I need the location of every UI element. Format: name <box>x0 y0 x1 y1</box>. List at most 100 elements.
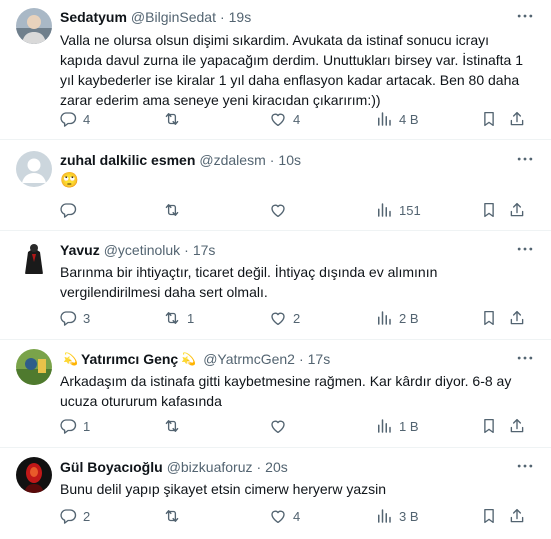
avatar[interactable] <box>16 349 52 385</box>
action-bar: 4 4 4 B <box>55 109 535 129</box>
repost-icon <box>163 507 181 525</box>
share-button[interactable] <box>508 201 526 219</box>
tweet-text: 🙄 <box>60 172 79 189</box>
tweet-text: Valla ne olursa olsun dişimi sıkardim. A… <box>60 32 524 108</box>
reply-icon <box>59 417 77 435</box>
avatar[interactable] <box>16 151 52 187</box>
like-count: 4 <box>293 508 301 524</box>
reply-icon <box>59 201 77 219</box>
repost-button[interactable] <box>163 201 187 219</box>
avatar[interactable] <box>16 8 52 44</box>
user-handle[interactable]: @zdalesm <box>199 152 265 168</box>
like-icon <box>269 110 287 128</box>
like-button[interactable]: 4 <box>269 507 300 525</box>
more-icon[interactable] <box>515 6 535 26</box>
timestamp[interactable]: 20s <box>265 459 288 475</box>
like-count: 4 <box>293 111 301 127</box>
views-button[interactable]: 1 B <box>375 417 419 435</box>
like-button[interactable] <box>269 201 293 219</box>
reply-button[interactable]: 1 <box>59 417 90 435</box>
repost-icon <box>163 110 181 128</box>
user-handle[interactable]: @bizkuaforuz <box>167 459 253 475</box>
user-handle[interactable]: @YatrmcGen2 <box>203 351 295 367</box>
share-button[interactable] <box>508 110 526 128</box>
reply-button[interactable]: 3 <box>59 309 90 327</box>
bookmark-button[interactable] <box>480 110 498 128</box>
like-icon <box>269 507 287 525</box>
bookmark-icon <box>480 201 498 219</box>
reply-icon <box>59 110 77 128</box>
reply-icon <box>59 309 77 327</box>
repost-button[interactable] <box>163 110 187 128</box>
bookmark-button[interactable] <box>480 201 498 219</box>
reply-button[interactable]: 4 <box>59 110 90 128</box>
share-button[interactable] <box>508 309 526 327</box>
share-button[interactable] <box>508 507 526 525</box>
avatar[interactable] <box>16 240 52 276</box>
views-button[interactable]: 3 B <box>375 507 419 525</box>
tweet[interactable]: 💫 Yatırımcı Genç 💫 @YatrmcGen2 · 17s Ark… <box>0 341 551 448</box>
more-icon[interactable] <box>515 348 535 368</box>
timestamp[interactable]: 10s <box>278 152 301 168</box>
bookmark-button[interactable] <box>480 507 498 525</box>
tweet[interactable]: Sedatyum @BilginSedat · 19s Valla ne olu… <box>0 0 551 140</box>
view-count: 151 <box>399 202 421 218</box>
more-icon[interactable] <box>515 239 535 259</box>
view-count: 2 B <box>399 310 419 326</box>
like-button[interactable]: 2 <box>269 309 300 327</box>
display-name[interactable]: Sedatyum <box>60 9 127 25</box>
display-name[interactable]: Yatırımcı Genç <box>81 351 178 367</box>
star-badge-icon: 💫 <box>63 352 78 366</box>
tweet[interactable]: Gül Boyacıoğlu @bizkuaforuz · 20s Bunu d… <box>0 449 551 539</box>
repost-button[interactable]: 1 <box>163 309 194 327</box>
reply-button[interactable] <box>59 201 83 219</box>
avatar[interactable] <box>16 457 52 493</box>
action-bar: 2 4 3 B <box>55 506 535 526</box>
share-button[interactable] <box>508 417 526 435</box>
timestamp[interactable]: 17s <box>193 242 216 258</box>
like-count: 2 <box>293 310 301 326</box>
like-button[interactable]: 4 <box>269 110 300 128</box>
reply-icon <box>59 507 77 525</box>
tweet-header: zuhal dalkilic esmen @zdalesm · 10s <box>60 150 511 170</box>
separator: · <box>184 242 189 258</box>
bookmark-button[interactable] <box>480 309 498 327</box>
tweet[interactable]: Yavuz @ycetinoluk · 17s Barınma bir ihti… <box>0 232 551 340</box>
repost-button[interactable] <box>163 507 187 525</box>
views-button[interactable]: 4 B <box>375 110 419 128</box>
repost-count: 1 <box>187 310 195 326</box>
separator: · <box>269 152 275 168</box>
tweet-header: Sedatyum @BilginSedat · 19s <box>60 7 511 27</box>
like-button[interactable] <box>269 417 293 435</box>
share-icon <box>508 309 526 327</box>
view-count: 4 B <box>399 111 419 127</box>
views-button[interactable]: 151 <box>375 201 421 219</box>
bookmark-icon <box>480 417 498 435</box>
user-handle[interactable]: @ycetinoluk <box>104 242 180 258</box>
views-icon <box>375 110 393 128</box>
reply-count: 4 <box>83 111 91 127</box>
more-icon[interactable] <box>515 149 535 169</box>
tweet-header: Yavuz @ycetinoluk · 17s <box>60 240 511 260</box>
display-name[interactable]: zuhal dalkilic esmen <box>60 152 195 168</box>
timestamp[interactable]: 17s <box>308 351 331 367</box>
user-handle[interactable]: @BilginSedat <box>131 9 216 25</box>
tweet-header: 💫 Yatırımcı Genç 💫 @YatrmcGen2 · 17s <box>60 349 511 369</box>
views-button[interactable]: 2 B <box>375 309 419 327</box>
more-icon[interactable] <box>515 456 535 476</box>
views-icon <box>375 201 393 219</box>
reply-count: 3 <box>83 310 91 326</box>
bookmark-button[interactable] <box>480 417 498 435</box>
tweet-text: Bunu delil yapıp şikayet etsin cimerw he… <box>60 481 387 497</box>
bookmark-icon <box>480 110 498 128</box>
action-bar: 151 <box>55 200 535 220</box>
display-name[interactable]: Gül Boyacıoğlu <box>60 459 163 475</box>
view-count: 1 B <box>399 418 419 434</box>
tweet[interactable]: zuhal dalkilic esmen @zdalesm · 10s 🙄 15… <box>0 141 551 231</box>
repost-button[interactable] <box>163 417 187 435</box>
display-name[interactable]: Yavuz <box>60 242 100 258</box>
tweet-header: Gül Boyacıoğlu @bizkuaforuz · 20s <box>60 457 511 477</box>
reply-button[interactable]: 2 <box>59 507 90 525</box>
like-icon <box>269 417 287 435</box>
timestamp[interactable]: 19s <box>229 9 252 25</box>
